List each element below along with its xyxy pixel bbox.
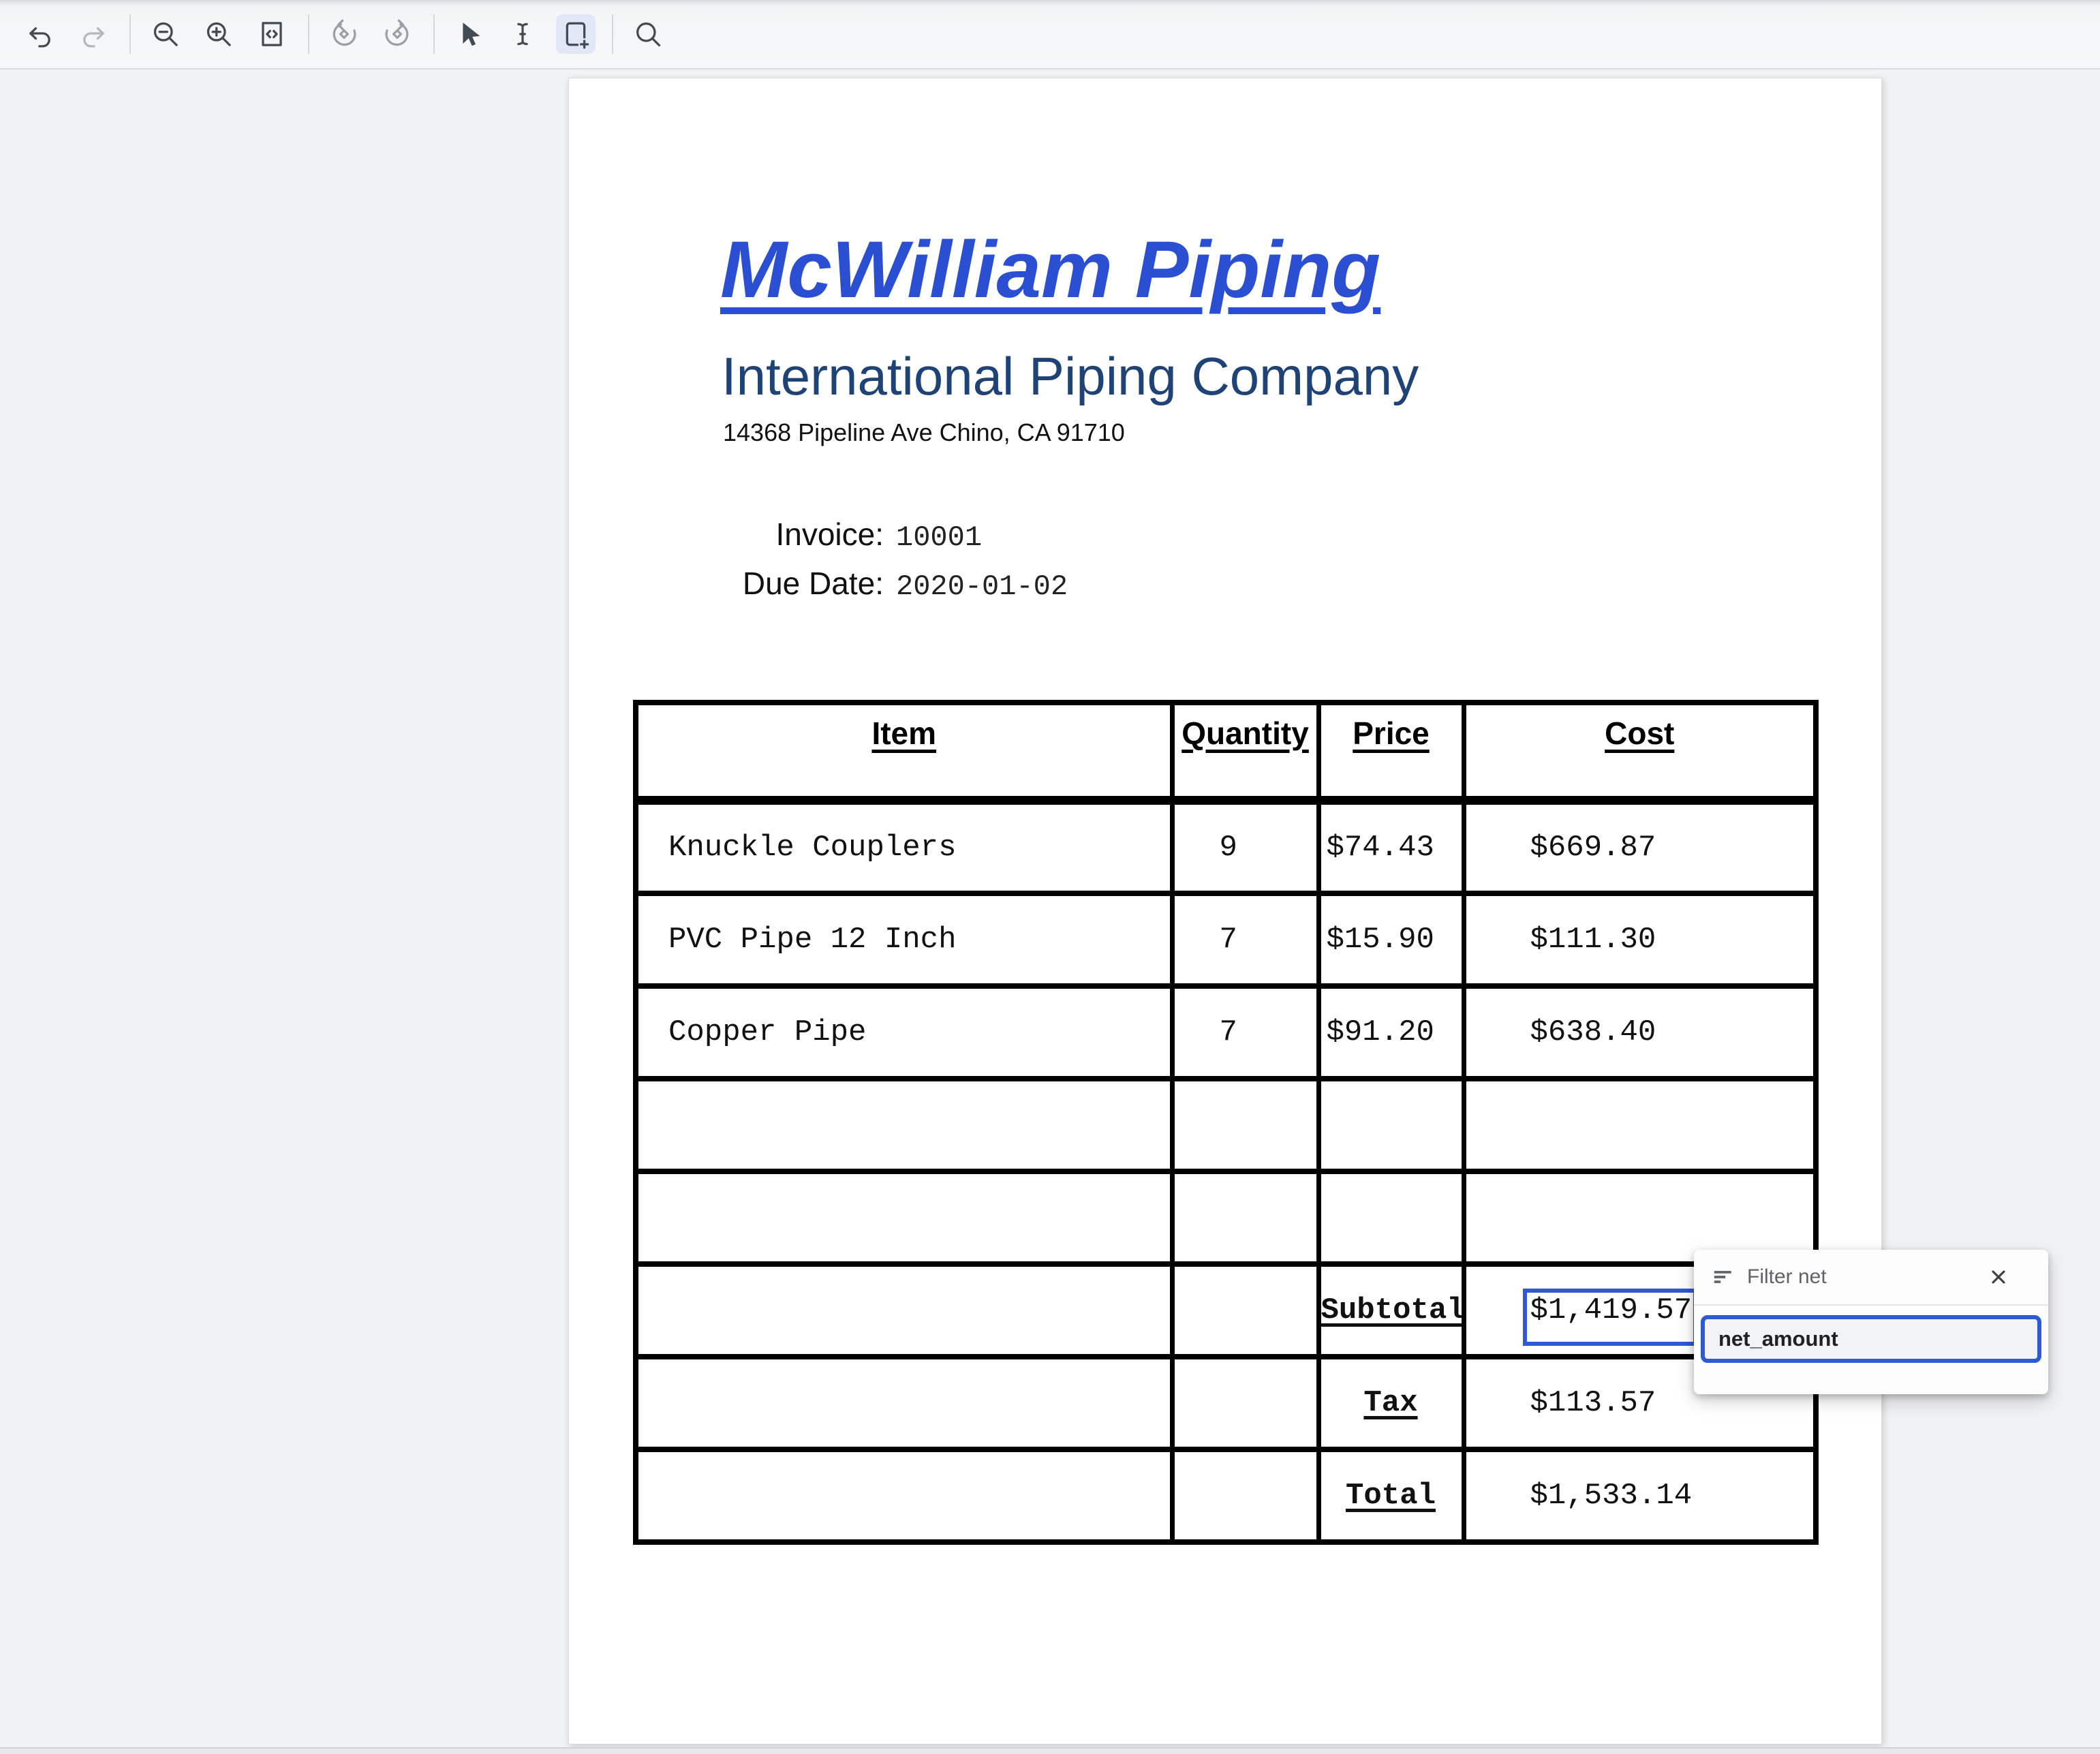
filter-popup-title: Filter net [1747,1265,1987,1289]
close-popup-button[interactable] [1987,1265,2010,1289]
search-icon [632,18,664,50]
filter-option-net-amount[interactable]: net_amount [1701,1315,2041,1363]
toolbar [0,0,2100,70]
rotate-right-button[interactable] [377,14,417,54]
table-row-empty [636,1171,1816,1264]
table-row-empty [636,1079,1816,1171]
invoice-meta: Invoice: 10001 Due Date: 2020-01-02 [723,516,1068,603]
item-cell: PVC Pipe 12 Inch [636,893,1172,986]
item-cell [636,1357,1172,1449]
company-title: McWilliam Piping [720,230,1380,310]
rotate-left-button[interactable] [324,14,364,54]
table-header-row: Item Quantity Price Cost [636,703,1816,801]
toolbar-separator [129,14,131,54]
subtotal-label: Subtotal [1318,1264,1464,1357]
filter-popup-header: Filter net [1694,1250,2048,1304]
subtotal-selection-box[interactable] [1523,1289,1697,1346]
cost-cell: $638.40 [1464,986,1816,1079]
price-cell [1318,1079,1464,1171]
price-cell: $74.43 [1318,801,1464,893]
cost-cell [1464,1079,1816,1171]
total-row: Total $1,533.14 [636,1449,1816,1542]
qty-cell: 9 [1172,801,1318,893]
fit-width-button[interactable] [252,14,292,54]
cost-cell: $669.87 [1464,801,1816,893]
total-label: Total [1318,1449,1464,1542]
qty-cell [1172,1171,1318,1264]
column-header-cost: Cost [1464,703,1816,801]
toolbar-separator [433,14,435,54]
redo-button[interactable] [74,14,113,54]
document-page: McWilliam Piping International Piping Co… [568,78,1882,1744]
due-date-value: 2020-01-02 [896,570,1068,603]
table-row: Knuckle Couplers 9 $74.43 $669.87 [636,801,1816,893]
total-value: $1,533.14 [1464,1449,1816,1542]
text-select-icon [507,18,538,50]
viewport-bottom-edge [0,1747,2100,1754]
search-button[interactable] [628,14,668,54]
qty-cell [1172,1449,1318,1542]
company-subtitle: International Piping Company [722,350,1419,403]
filter-popup: Filter net net_amount [1694,1250,2048,1394]
filter-icon [1712,1265,1735,1289]
app-window: McWilliam Piping International Piping Co… [0,0,2100,1754]
text-select-tool-button[interactable] [503,14,542,54]
zoom-out-button[interactable] [146,14,185,54]
item-cell [636,1264,1172,1357]
pointer-icon [454,18,485,50]
redo-icon [78,18,109,50]
pointer-tool-button[interactable] [450,14,489,54]
zoom-in-button[interactable] [199,14,238,54]
undo-button[interactable] [20,14,60,54]
toolbar-separator [612,14,613,54]
price-cell: $91.20 [1318,986,1464,1079]
item-cell [636,1449,1172,1542]
tax-label: Tax [1318,1357,1464,1449]
due-date-label: Due Date: [723,565,884,602]
company-address: 14368 Pipeline Ave Chino, CA 91710 [723,420,1125,445]
item-cell: Copper Pipe [636,986,1172,1079]
column-header-quantity: Quantity [1172,703,1318,801]
cost-cell: $111.30 [1464,893,1816,986]
rotate-left-icon [328,18,360,50]
popup-divider [1694,1304,2048,1306]
invoice-label: Invoice: [723,516,884,553]
item-cell: Knuckle Couplers [636,801,1172,893]
table-row: Copper Pipe 7 $91.20 $638.40 [636,986,1816,1079]
price-cell: $15.90 [1318,893,1464,986]
crop-region-tool-button[interactable] [556,14,596,54]
price-cell [1318,1171,1464,1264]
qty-cell [1172,1264,1318,1357]
invoice-number: 10001 [896,521,1068,554]
fit-width-icon [256,18,288,50]
close-icon [1988,1266,2009,1288]
undo-icon [25,18,56,50]
zoom-out-icon [150,18,181,50]
toolbar-separator [308,14,309,54]
invoice-table: Item Quantity Price Cost Knuckle Coupler… [633,700,1819,1545]
column-header-price: Price [1318,703,1464,801]
column-header-item: Item [636,703,1172,801]
crop-region-icon [560,18,591,50]
qty-cell: 7 [1172,893,1318,986]
table-row: PVC Pipe 12 Inch 7 $15.90 $111.30 [636,893,1816,986]
qty-cell [1172,1079,1318,1171]
rotate-right-icon [382,18,413,50]
item-cell [636,1171,1172,1264]
qty-cell [1172,1357,1318,1449]
tax-row: Tax $113.57 [636,1357,1816,1449]
zoom-in-icon [203,18,234,50]
item-cell [636,1079,1172,1171]
qty-cell: 7 [1172,986,1318,1079]
